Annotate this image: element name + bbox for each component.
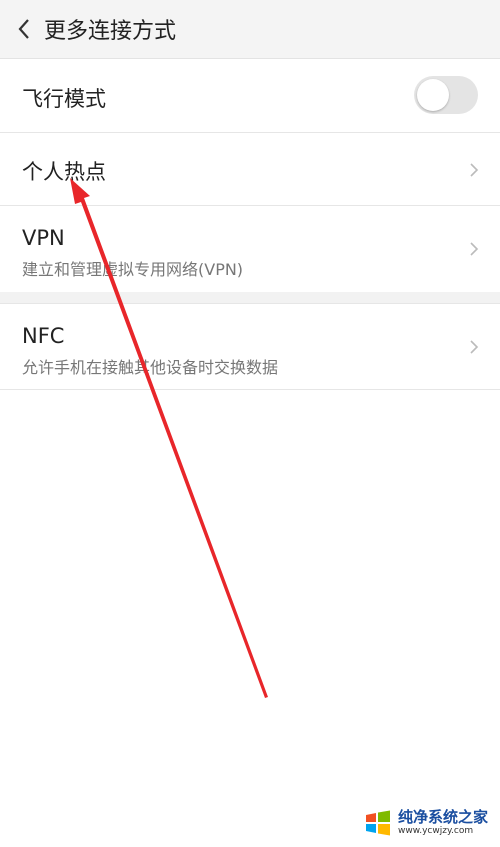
vpn-label: VPN — [22, 226, 65, 250]
airplane-mode-row[interactable]: 飞行模式 — [0, 59, 500, 133]
nfc-row[interactable]: NFC 允许手机在接触其他设备时交换数据 — [0, 304, 500, 390]
page-title: 更多连接方式 — [44, 19, 177, 44]
watermark: 纯净系统之家 www.ycwjzy.com — [359, 807, 492, 839]
chevron-right-icon — [470, 340, 479, 354]
personal-hotspot-row[interactable]: 个人热点 — [0, 133, 500, 206]
windows-logo-icon — [365, 810, 390, 836]
vpn-row[interactable]: VPN 建立和管理虚拟专用网络(VPN) — [0, 206, 500, 292]
nfc-subtitle: 允许手机在接触其他设备时交换数据 — [22, 358, 279, 377]
back-button[interactable] — [4, 0, 44, 58]
chevron-left-icon — [18, 19, 29, 39]
header-bar: 更多连接方式 — [0, 0, 500, 59]
toggle-knob — [417, 79, 449, 111]
chevron-right-icon — [470, 163, 479, 177]
chevron-right-icon — [470, 242, 479, 256]
watermark-url: www.ycwjzy.com — [397, 826, 474, 836]
airplane-mode-label: 飞行模式 — [22, 87, 106, 111]
vpn-subtitle: 建立和管理虚拟专用网络(VPN) — [22, 260, 244, 279]
personal-hotspot-label: 个人热点 — [22, 160, 106, 184]
watermark-title: 纯净系统之家 — [397, 808, 488, 826]
nfc-label: NFC — [22, 324, 65, 348]
airplane-mode-toggle[interactable] — [414, 76, 478, 114]
section-divider — [0, 292, 500, 304]
